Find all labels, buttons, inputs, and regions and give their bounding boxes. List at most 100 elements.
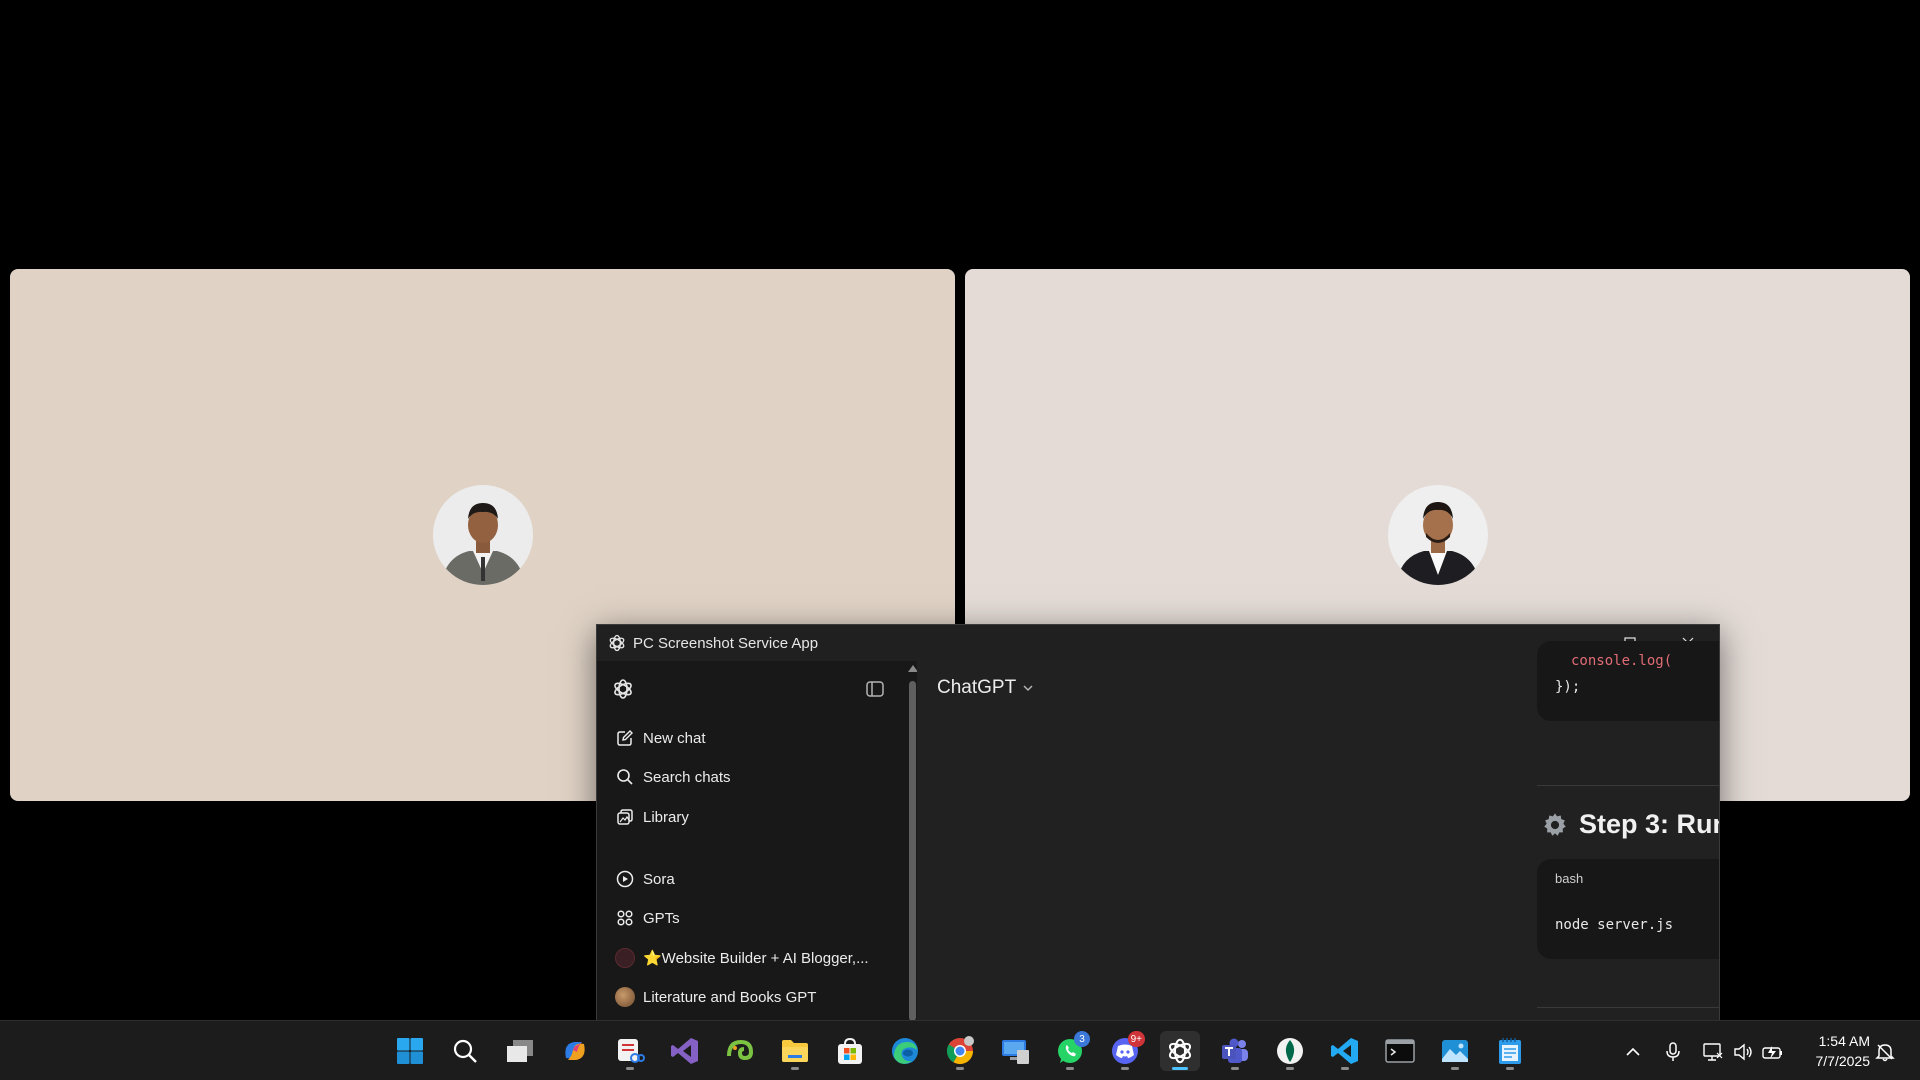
- photos-icon: [1442, 1040, 1468, 1062]
- model-selector[interactable]: ChatGPT: [937, 677, 1034, 699]
- notification-center-button[interactable]: [1874, 1041, 1896, 1063]
- network-button[interactable]: [1702, 1041, 1724, 1063]
- chat-main: ChatGPT console.log( }); Step 3: Run bas…: [917, 641, 1719, 1020]
- sidebar-item-label: GPTs: [643, 909, 680, 927]
- taskbar-app-chrome[interactable]: [940, 1031, 980, 1071]
- running-indicator: [626, 1067, 634, 1070]
- step-heading: Step 3: Run: [1541, 809, 1719, 840]
- chatgpt-icon: [1168, 1038, 1192, 1064]
- play-circle-icon: [616, 870, 634, 888]
- app-window: PC Screenshot Service App New chat Searc…: [596, 624, 1720, 1020]
- edge-icon: [892, 1038, 918, 1064]
- taskbar-app-copilot[interactable]: [555, 1031, 595, 1071]
- battery-charging-icon: [1762, 1046, 1782, 1059]
- library-icon: [617, 809, 633, 825]
- battery-button[interactable]: [1762, 1041, 1784, 1063]
- sidebar-item-gpts[interactable]: GPTs: [615, 901, 897, 935]
- section-divider: [1537, 785, 1719, 786]
- taskbar-clock[interactable]: 1:54 AM 7/7/2025: [1794, 1031, 1871, 1071]
- running-indicator: [1231, 1067, 1239, 1070]
- taskbar-app-vscode[interactable]: [1325, 1031, 1365, 1071]
- gpt-avatar-icon: [615, 948, 635, 968]
- taskbar-app-terminal[interactable]: [1380, 1031, 1420, 1071]
- chevron-up-icon: [1626, 1047, 1640, 1056]
- taskbar-app-edge[interactable]: [885, 1031, 925, 1071]
- edit-icon: [617, 730, 633, 746]
- taskbar-app-discord[interactable]: 9+: [1105, 1031, 1145, 1071]
- sidebar-item-new-chat[interactable]: New chat: [615, 721, 897, 755]
- microphone-button[interactable]: [1662, 1041, 1684, 1063]
- show-hidden-icons-button[interactable]: [1622, 1041, 1644, 1063]
- volume-button[interactable]: [1732, 1041, 1754, 1063]
- model-name: ChatGPT: [937, 677, 1017, 698]
- running-indicator: [1066, 1067, 1074, 1070]
- running-indicator: [791, 1067, 799, 1070]
- gpt-avatar-icon: [615, 987, 635, 1007]
- sidebar-item-label: Library: [643, 808, 689, 826]
- running-indicator: [1341, 1067, 1349, 1070]
- teams-icon: [1222, 1038, 1248, 1063]
- taskbar-app-file-explorer[interactable]: [775, 1031, 815, 1071]
- visual-studio-icon: [671, 1038, 698, 1064]
- taskbar-search-button[interactable]: [445, 1031, 485, 1071]
- sidebar-item-library[interactable]: Library: [615, 800, 897, 834]
- sidebar-scrollbar[interactable]: [907, 661, 918, 1020]
- taskbar-app-chatgpt[interactable]: [1160, 1031, 1200, 1071]
- sidebar-item-label: Search chats: [643, 768, 731, 786]
- running-indicator: [1506, 1067, 1514, 1070]
- notification-badge: 3: [1074, 1031, 1090, 1047]
- taskbar-app-chameleon[interactable]: [720, 1031, 760, 1071]
- chatgpt-logo-icon[interactable]: [611, 677, 635, 701]
- task-view-button[interactable]: [500, 1031, 540, 1071]
- search-icon: [453, 1039, 477, 1063]
- sidebar-item-label: New chat: [643, 729, 706, 747]
- copilot-icon: [565, 1042, 585, 1060]
- sidebar-item-label: Literature and Books GPT: [643, 988, 817, 1006]
- sidebar-item-label: ⭐Website Builder + AI Blogger,...: [643, 950, 869, 967]
- notification-badge: 9+: [1127, 1031, 1145, 1047]
- bell-icon: [1875, 1044, 1895, 1062]
- participant-avatar-right: [1387, 485, 1488, 585]
- task-view-icon: [507, 1040, 533, 1062]
- remote-desktop-icon: [1002, 1040, 1029, 1064]
- code-line: console.log(: [1571, 653, 1673, 669]
- sidebar-item-literature-books[interactable]: Literature and Books GPT: [615, 980, 897, 1014]
- taskbar: 3 9+ 1:54 AM 7/7/2025: [0, 1020, 1920, 1080]
- taskbar-app-mongodb-compass[interactable]: [1270, 1031, 1310, 1071]
- sidebar-toggle-icon[interactable]: [865, 679, 885, 699]
- sidebar-item-label: Sora: [643, 870, 675, 888]
- sidebar-item-search-chats[interactable]: Search chats: [615, 760, 897, 794]
- taskbar-app-snipping-tool[interactable]: [610, 1031, 650, 1071]
- running-indicator: [1451, 1067, 1459, 1070]
- code-block-top: console.log( });: [1537, 641, 1719, 721]
- taskbar-app-visual-studio[interactable]: [665, 1031, 705, 1071]
- store-icon: [838, 1037, 862, 1064]
- taskbar-app-notepad[interactable]: [1490, 1031, 1530, 1071]
- vscode-icon: [1331, 1038, 1358, 1064]
- running-indicator: [1121, 1067, 1129, 1070]
- notepad-icon: [1499, 1038, 1521, 1064]
- chrome-icon: [946, 1036, 974, 1065]
- openai-logo-icon: [609, 634, 625, 652]
- search-icon: [617, 769, 633, 785]
- code-language-label: bash: [1555, 871, 1584, 886]
- clock-time: 1:54 AM: [1818, 1033, 1870, 1049]
- window-title: PC Screenshot Service App: [633, 634, 819, 652]
- desktop: PC Screenshot Service App New chat Searc…: [0, 0, 1920, 1080]
- taskbar-app-whatsapp[interactable]: 3: [1050, 1031, 1090, 1071]
- taskbar-app-remote-desktop[interactable]: [995, 1031, 1035, 1071]
- running-indicator: [1172, 1067, 1188, 1070]
- taskbar-app-teams[interactable]: [1215, 1031, 1255, 1071]
- microphone-icon: [1666, 1042, 1680, 1061]
- start-button[interactable]: [390, 1031, 430, 1071]
- sidebar-item-sora[interactable]: Sora: [615, 862, 897, 896]
- taskbar-app-photos[interactable]: [1435, 1031, 1475, 1071]
- scrollbar-thumb[interactable]: [909, 681, 916, 1020]
- taskbar-app-microsoft-store[interactable]: [830, 1031, 870, 1071]
- gear-icon: [1544, 812, 1566, 836]
- windows-logo-icon: [397, 1038, 423, 1064]
- section-divider: [1537, 1007, 1719, 1008]
- code-block-bash: bash node server.js: [1537, 859, 1719, 959]
- sidebar-item-website-builder[interactable]: ⭐Website Builder + AI Blogger,...: [615, 941, 897, 975]
- chevron-down-icon: [1023, 685, 1033, 692]
